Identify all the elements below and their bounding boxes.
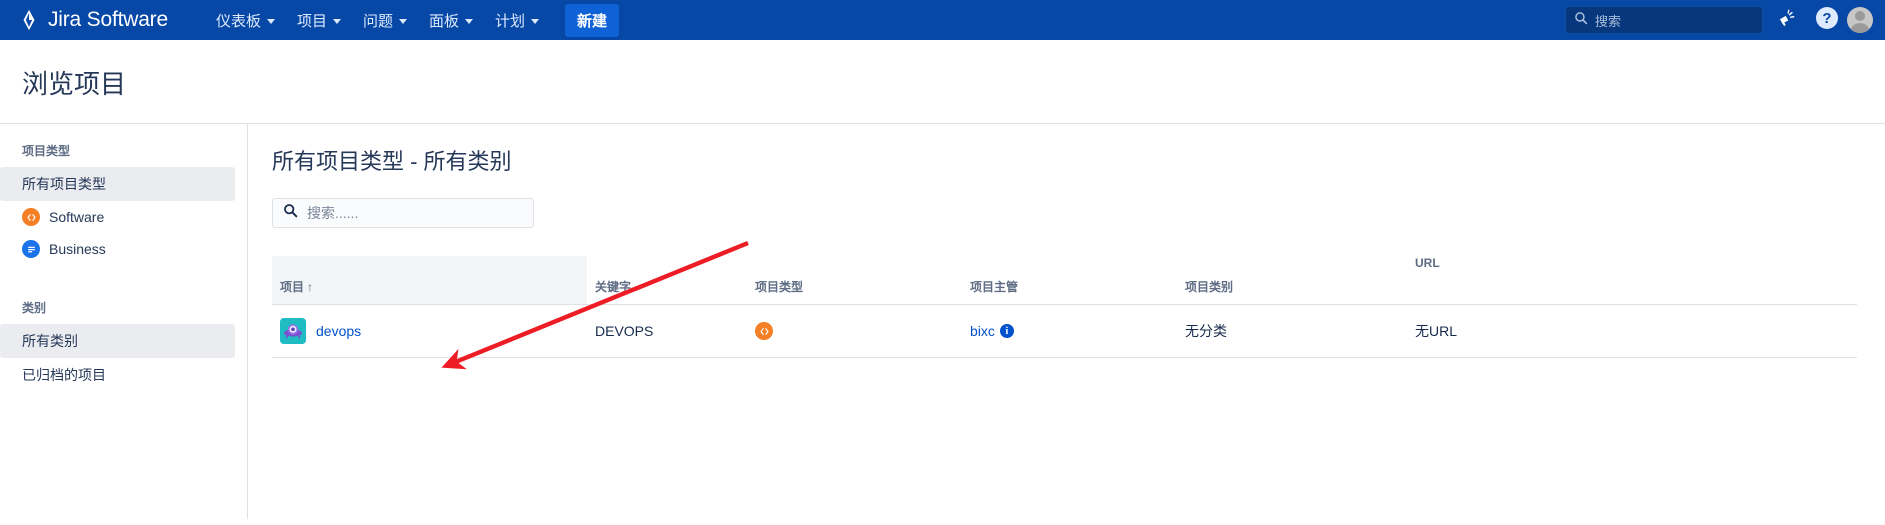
column-header-label: 项目类别 — [1185, 280, 1234, 294]
devops-ufo-avatar-icon — [280, 318, 306, 344]
sidebar-item-business[interactable]: Business — [0, 233, 235, 265]
column-header-project-category[interactable]: 项目类别 — [1177, 256, 1407, 305]
help-question-icon: ? — [1815, 6, 1839, 35]
announcement-button[interactable] — [1771, 4, 1803, 36]
sidebar-item-label: 已归档的项目 — [22, 367, 106, 383]
help-button[interactable]: ? — [1811, 4, 1843, 36]
brand-name: Jira Software — [48, 8, 168, 31]
software-type-icon — [755, 322, 773, 340]
sidebar-item-all-project-types[interactable]: 所有项目类型 — [0, 167, 235, 201]
nav-item-label: 问题 — [362, 12, 393, 30]
user-avatar[interactable] — [1847, 7, 1873, 33]
cell-project: devops — [272, 304, 587, 358]
nav-item-projects[interactable]: 项目 — [287, 4, 351, 37]
devops-project-link[interactable]: devops — [316, 323, 361, 339]
nav-item-plans[interactable]: 计划 — [485, 4, 549, 37]
nav-item-label: 面板 — [429, 12, 460, 30]
project-lead-link[interactable]: bixc — [970, 323, 995, 339]
search-icon — [1574, 11, 1588, 30]
business-type-icon — [22, 240, 40, 258]
chevron-down-icon — [266, 18, 275, 24]
content-area: 项目类型 所有项目类型 Software Business 类别 所有类别 已归… — [0, 123, 1885, 519]
search-icon — [283, 203, 298, 223]
main-nav-items: 仪表板 项目 问题 面板 计划 新建 — [206, 3, 620, 37]
column-header-project-lead[interactable]: 项目主管 — [962, 256, 1177, 305]
column-header-label: URL — [1415, 256, 1440, 270]
page-header: 浏览项目 — [0, 40, 1885, 123]
column-header-label: 项目主管 — [970, 280, 1019, 294]
column-header-project-type[interactable]: 项目类型 — [747, 256, 962, 305]
table-row: devops DEVOPS bixc i 无分类 无URL — [272, 304, 1857, 358]
global-search-input[interactable]: 搜索 — [1565, 6, 1763, 34]
sidebar-item-software[interactable]: Software — [0, 201, 235, 233]
sidebar-group-project-type: 项目类型 所有项目类型 Software Business — [0, 142, 247, 265]
main-panel: 所有项目类型 - 所有类别 搜索...... 项目 ↑ 关键字 项目类型 项目主… — [248, 124, 1885, 519]
page-title: 浏览项目 — [22, 69, 127, 99]
nav-item-dashboards[interactable]: 仪表板 — [206, 4, 285, 37]
nav-item-label: 项目 — [296, 12, 327, 30]
chevron-down-icon — [531, 18, 540, 24]
software-type-icon — [22, 208, 40, 226]
projects-table: 项目 ↑ 关键字 项目类型 项目主管 项目类别 URL devops DEVOP… — [272, 256, 1857, 358]
nav-item-label: 仪表板 — [215, 12, 261, 30]
chevron-down-icon — [465, 18, 474, 24]
column-header-url[interactable]: URL — [1407, 256, 1857, 305]
cell-key: DEVOPS — [587, 304, 747, 358]
table-header-row: 项目 ↑ 关键字 项目类型 项目主管 项目类别 URL — [272, 256, 1857, 305]
sidebar: 项目类型 所有项目类型 Software Business 类别 所有类别 已归… — [0, 124, 248, 519]
sidebar-group-title: 类别 — [22, 301, 47, 315]
column-header-label: 项目类型 — [755, 280, 804, 294]
create-button[interactable]: 新建 — [565, 3, 620, 37]
sidebar-item-label: 所有类别 — [22, 333, 78, 349]
column-header-label: 关键字 — [595, 280, 632, 294]
chevron-down-icon — [399, 18, 407, 24]
cell-project-type — [747, 304, 962, 358]
sidebar-item-archived-projects[interactable]: 已归档的项目 — [0, 358, 235, 392]
global-search-placeholder: 搜索 — [1595, 13, 1622, 29]
sidebar-group-title: 项目类型 — [22, 144, 71, 158]
sidebar-item-all-categories[interactable]: 所有类别 — [0, 324, 235, 358]
sidebar-item-label: 所有项目类型 — [22, 176, 106, 192]
megaphone-icon — [1777, 8, 1797, 33]
sidebar-group-category: 类别 所有类别 已归档的项目 — [0, 299, 247, 392]
cell-project-lead: bixc i — [962, 304, 1177, 358]
brand-logo-link[interactable]: Jira Software — [18, 8, 168, 32]
sidebar-item-label: Software — [49, 209, 105, 225]
cell-url: 无URL — [1407, 304, 1857, 358]
sidebar-item-label: Business — [49, 241, 106, 257]
info-icon[interactable]: i — [999, 324, 1014, 338]
chevron-down-icon — [332, 18, 341, 24]
top-nav-right-group: 搜索 ? — [1565, 0, 1873, 40]
nav-item-label: 计划 — [495, 12, 526, 30]
nav-item-boards[interactable]: 面板 — [419, 4, 483, 37]
project-filter-search-input[interactable]: 搜索...... — [272, 198, 534, 228]
column-header-key[interactable]: 关键字 — [587, 256, 747, 305]
column-header-label: 项目 — [280, 280, 305, 294]
main-panel-title: 所有项目类型 - 所有类别 — [272, 149, 512, 174]
column-header-project[interactable]: 项目 ↑ — [272, 256, 587, 305]
svg-text:?: ? — [1822, 10, 1831, 27]
jira-diamond-logo-icon — [18, 9, 40, 31]
cell-project-category: 无分类 — [1177, 304, 1407, 358]
sort-ascending-icon: ↑ — [307, 280, 314, 294]
nav-item-issues[interactable]: 问题 — [353, 4, 417, 37]
top-navigation-bar: Jira Software 仪表板 项目 问题 面板 计划 新建 搜索 ? — [0, 0, 1885, 40]
project-filter-placeholder: 搜索...... — [307, 205, 359, 221]
